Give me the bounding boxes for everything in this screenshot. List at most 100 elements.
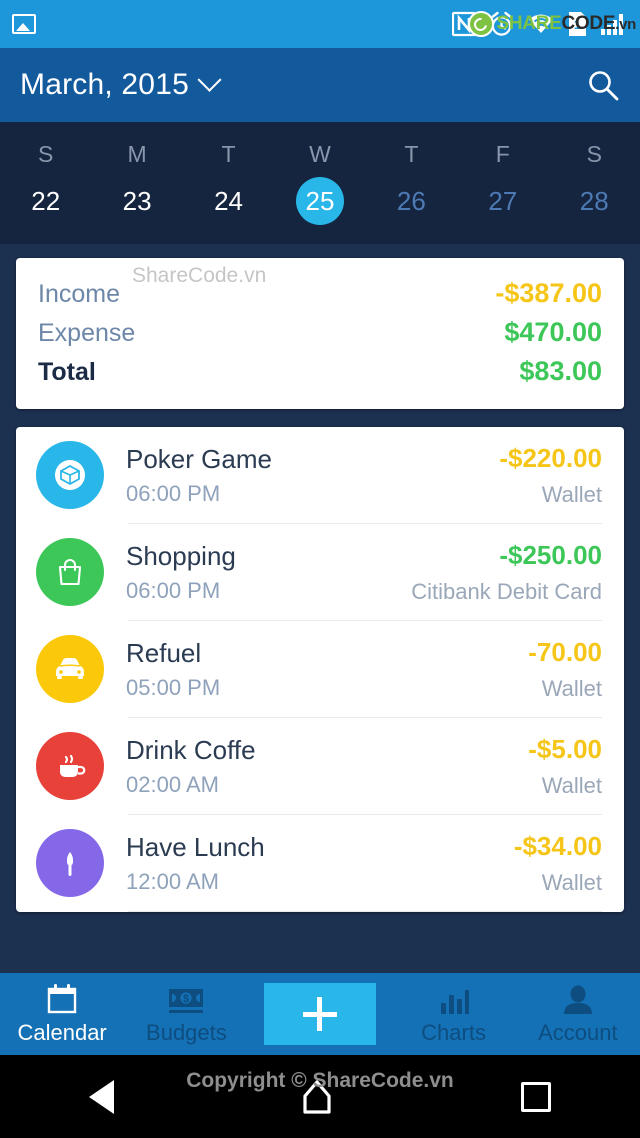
transaction-title: Shopping <box>126 540 236 571</box>
transaction-account: Citibank Debit Card <box>411 578 602 604</box>
tab-label: Calendar <box>17 1020 107 1045</box>
tab-label: Account <box>538 1020 618 1045</box>
calendar-icon <box>45 982 79 1016</box>
transaction-account: Wallet <box>541 481 602 507</box>
income-value: -$387.00 <box>495 278 602 308</box>
tab-label: Budgets <box>146 1020 227 1045</box>
day-cell-23[interactable]: M 23 <box>91 141 182 225</box>
bar-chart-icon <box>437 982 471 1016</box>
expense-label: Expense <box>38 319 136 347</box>
svg-text:$: $ <box>183 993 189 1005</box>
car-icon <box>36 635 104 703</box>
chevron-down-icon <box>197 67 222 92</box>
transaction-time: 06:00 PM <box>126 578 221 604</box>
add-transaction-button[interactable] <box>263 983 376 1045</box>
sharecode-watermark-logo: SHARECODE.vn <box>467 11 637 37</box>
sharecode-badge-icon <box>467 11 494 37</box>
transaction-title: Poker Game <box>126 443 272 474</box>
transaction-values: -$250.00 Citibank Debit Card <box>411 540 602 605</box>
home-icon[interactable] <box>292 1076 342 1118</box>
table-row[interactable]: Drink Coffe 02:00 AM -$5.00 Wallet <box>16 718 624 814</box>
day-cell-24[interactable]: T 24 <box>183 141 274 225</box>
total-value: $83.00 <box>519 356 602 386</box>
transaction-account: Wallet <box>541 869 602 895</box>
day-number: 24 <box>214 186 243 216</box>
total-label: Total <box>38 358 96 386</box>
transaction-info: Poker Game 06:00 PM <box>126 443 499 508</box>
day-of-week-label: T <box>404 141 419 167</box>
transaction-amount: -$250.00 <box>499 539 602 570</box>
transaction-amount: -$5.00 <box>528 733 602 764</box>
transaction-title: Refuel <box>126 637 202 668</box>
transaction-info: Drink Coffe 02:00 AM <box>126 734 528 799</box>
shopping-bag-icon <box>36 538 104 606</box>
transaction-values: -$5.00 Wallet <box>528 734 602 799</box>
day-number: 23 <box>122 186 152 216</box>
tab-calendar[interactable]: Calendar <box>0 973 124 1055</box>
day-of-week-label: M <box>127 141 147 167</box>
day-cell-27[interactable]: F 27 <box>457 141 548 225</box>
summary-card: ShareCode.vn Income -$387.00 Expense $47… <box>16 258 624 409</box>
day-cell-26[interactable]: T 26 <box>366 141 457 225</box>
tab-budgets[interactable]: $ Budgets <box>124 973 248 1055</box>
tab-charts[interactable]: Charts <box>391 973 515 1055</box>
day-cell-28[interactable]: S 28 <box>549 141 640 225</box>
transaction-title: Have Lunch <box>126 831 265 862</box>
app-bar: March, 2015 <box>0 48 640 122</box>
transaction-values: -$220.00 Wallet <box>499 443 602 508</box>
day-number: 28 <box>579 186 609 216</box>
day-cell-22[interactable]: S 22 <box>0 141 91 225</box>
table-row[interactable]: Shopping 06:00 PM -$250.00 Citibank Debi… <box>16 524 624 620</box>
day-number: 22 <box>31 186 61 216</box>
table-row[interactable]: Refuel 05:00 PM -70.00 Wallet <box>16 621 624 717</box>
transaction-amount: -$220.00 <box>499 442 602 473</box>
watermark-code: CODE <box>561 13 616 34</box>
summary-row-expense: Expense $470.00 <box>38 313 602 352</box>
photo-icon <box>12 14 36 34</box>
banknote-icon: $ <box>167 982 205 1016</box>
content-area: ShareCode.vn Income -$387.00 Expense $47… <box>0 244 640 973</box>
table-row[interactable]: Poker Game 06:00 PM -$220.00 Wallet <box>16 427 624 523</box>
table-row[interactable]: Have Lunch 12:00 AM -$34.00 Wallet <box>16 815 624 911</box>
day-of-week-label: W <box>309 141 331 167</box>
summary-row-total: Total $83.00 <box>38 352 602 391</box>
page-title: March, 2015 <box>20 68 189 101</box>
day-of-week-label: F <box>495 141 510 167</box>
income-label: Income <box>38 280 120 308</box>
back-icon[interactable] <box>89 1079 115 1114</box>
transaction-info: Shopping 06:00 PM <box>126 540 411 605</box>
coffee-cup-icon <box>36 732 104 800</box>
transaction-info: Have Lunch 12:00 AM <box>126 831 514 896</box>
watermark-share: SHARE <box>496 13 562 34</box>
day-cell-25-selected[interactable]: W 25 <box>274 141 365 225</box>
sharecode-watermark-text: SHARECODE.vn <box>497 13 637 35</box>
watermark-tld: .vn <box>615 16 636 33</box>
tab-label: Charts <box>421 1020 486 1045</box>
transaction-amount: -$34.00 <box>513 830 602 861</box>
day-of-week-label: T <box>221 141 236 167</box>
transaction-title: Drink Coffe <box>126 734 256 765</box>
day-number: 26 <box>396 186 426 216</box>
app-screen: 1 SHARECODE.vn March, 2015 S 22 M 23 T 2… <box>0 0 640 1138</box>
status-bar-left <box>12 14 36 34</box>
transaction-account: Wallet <box>541 675 602 701</box>
month-selector[interactable]: March, 2015 <box>20 67 222 102</box>
transaction-values: -$34.00 Wallet <box>514 831 602 896</box>
tab-account[interactable]: Account <box>516 973 640 1055</box>
transaction-time: 02:00 AM <box>126 772 219 798</box>
android-system-nav: Copyright © ShareCode.vn <box>0 1055 640 1138</box>
day-of-week-label: S <box>586 141 602 167</box>
status-bar: 1 SHARECODE.vn <box>0 0 640 48</box>
day-of-week-label: S <box>38 141 54 167</box>
transaction-time: 12:00 AM <box>126 869 219 895</box>
week-strip: S 22 M 23 T 24 W 25 T 26 F 27 S 28 <box>0 122 640 244</box>
transaction-account: Wallet <box>541 772 602 798</box>
search-icon[interactable] <box>586 68 620 102</box>
transaction-values: -70.00 Wallet <box>528 637 602 702</box>
recents-icon[interactable] <box>520 1081 551 1112</box>
transaction-amount: -70.00 <box>528 636 602 667</box>
transaction-time: 05:00 PM <box>126 675 221 701</box>
bottom-navigation: Calendar $ Budgets Charts Account <box>0 973 640 1055</box>
summary-row-income: Income -$387.00 <box>38 274 602 313</box>
day-number: 27 <box>488 186 518 216</box>
